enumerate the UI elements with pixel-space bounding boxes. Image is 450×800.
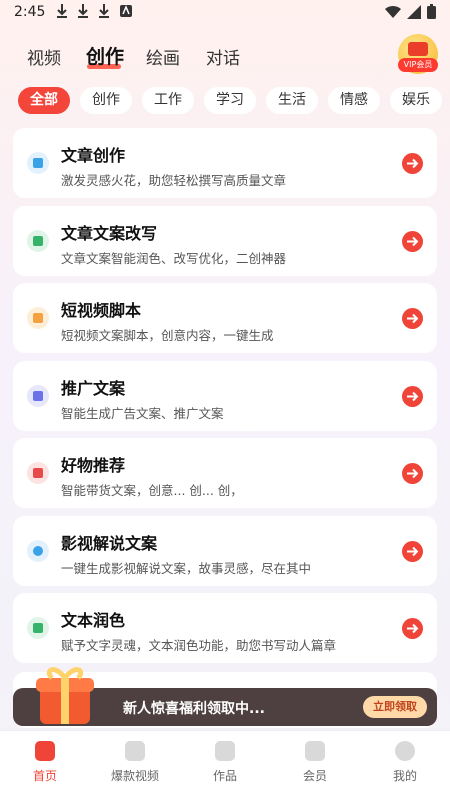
rewrite-icon [27,230,49,252]
filter-chip[interactable]: 娱乐 [390,87,442,114]
card-product-recommend[interactable]: 好物推荐 智能带货文案，创意... 创... 创， [13,438,437,508]
card-title: 文章创作 [61,146,126,165]
status-bar: 2:45 [0,0,450,26]
gift-icon [408,42,428,56]
doc-icon [27,617,49,639]
code-icon [27,307,49,329]
card-title: 好物推荐 [61,456,126,475]
film-icon [27,540,49,562]
arrow-right-icon[interactable] [402,153,423,174]
tab-chat[interactable]: 对话 [206,44,240,69]
filter-chip[interactable]: 生活 [266,87,318,114]
card-title: 推广文案 [61,379,126,398]
tab-video[interactable]: 视频 [27,44,61,69]
card-desc: 智能生成广告文案、推广文案 [61,406,224,421]
bottom-nav: 首页 爆款视频 作品 会员 我的 [0,730,450,800]
tab-create[interactable]: 创作 [86,42,124,69]
crown-icon [305,741,325,761]
card-short-video-script[interactable]: 短视频脚本 短视频文案脚本，创意内容，一键生成 [13,283,437,353]
card-title: 文本润色 [61,611,126,630]
pen-icon [27,152,49,174]
card-promo-copy[interactable]: 推广文案 智能生成广告文案、推广文案 [13,361,437,431]
card-film-commentary[interactable]: 影视解说文案 一键生成影视解说文案，故事灵感，尽在其中 [13,516,437,586]
category-filter: 全部 创作 工作 学习 生活 情感 娱乐 [18,87,442,115]
nav-home[interactable]: 首页 [5,741,85,784]
card-text-polish[interactable]: 文本润色 赋予文字灵魂，文本润色功能，助您书写动人篇章 [13,593,437,663]
bag-icon [27,462,49,484]
nav-label: 爆款视频 [110,769,159,783]
star-icon [35,741,55,761]
nav-label: 会员 [302,769,327,783]
card-desc: 赋予文字灵魂，文本润色功能，助您书写动人篇章 [61,638,337,653]
filter-chip[interactable]: 情感 [328,87,380,114]
filter-chip-all[interactable]: 全部 [18,87,70,114]
t-icon [27,385,49,407]
card-desc: 激发灵感火花，助您轻松撰写高质量文章 [61,173,287,188]
nav-works[interactable]: 作品 [185,741,265,784]
filter-chip[interactable]: 学习 [204,87,256,114]
profile-icon [395,741,415,761]
flame-icon [125,741,145,761]
status-time: 2:45 [14,4,46,20]
card-article-create[interactable]: 文章创作 激发灵感火花，助您轻松撰写高质量文章 [13,128,437,198]
card-article-rewrite[interactable]: 文章文案改写 文章文案智能润色、改写优化，二创神器 [13,206,437,276]
filter-chip[interactable]: 工作 [142,87,194,114]
promo-text: 新人惊喜福利领取中... [123,701,265,717]
card-desc: 文章文案智能润色、改写优化，二创神器 [61,251,287,266]
card-title: 文章文案改写 [61,224,158,243]
filter-chip[interactable]: 创作 [80,87,132,114]
top-tabs: 视频 创作 绘画 对话 [0,40,450,76]
card-title: 影视解说文案 [61,534,158,553]
nav-label: 首页 [32,769,57,783]
card-desc: 一键生成影视解说文案，故事灵感，尽在其中 [61,561,312,576]
nav-label: 我的 [392,769,417,783]
status-icons [385,4,436,19]
claim-button[interactable]: 立即领取 [363,696,427,718]
arrow-right-icon[interactable] [402,541,423,562]
battery-icon [427,4,436,19]
arrow-right-icon[interactable] [402,231,423,252]
card-desc: 短视频文案脚本，创意内容，一键生成 [61,328,274,343]
arrow-right-icon[interactable] [402,386,423,407]
notification-icon [120,5,132,17]
download-icon [78,4,88,18]
download-icon [57,4,67,18]
arrow-right-icon[interactable] [402,463,423,484]
tab-paint[interactable]: 绘画 [146,44,180,69]
arrow-right-icon[interactable] [402,618,423,639]
gift-box-icon [36,667,94,724]
nav-member[interactable]: 会员 [275,741,355,784]
folder-icon [215,741,235,761]
vip-button[interactable]: VIP会员 [398,34,438,74]
nav-mine[interactable]: 我的 [365,741,445,784]
signal-icon [407,4,421,19]
nav-hot-video[interactable]: 爆款视频 [95,741,175,784]
card-title: 短视频脚本 [61,301,142,320]
nav-label: 作品 [212,769,237,783]
card-desc: 智能带货文案，创意... 创... 创， [61,483,243,498]
wifi-icon [385,5,401,18]
arrow-right-icon[interactable] [402,308,423,329]
download-icon [99,4,109,18]
vip-label: VIP会员 [398,58,438,72]
